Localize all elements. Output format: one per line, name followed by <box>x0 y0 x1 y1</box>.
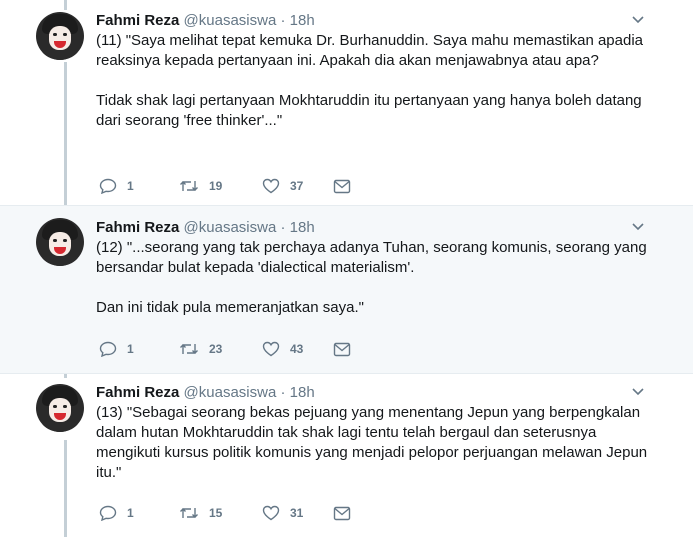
retweet-count: 15 <box>209 506 223 520</box>
like-button[interactable]: 43 <box>262 341 333 357</box>
retweet-count: 23 <box>209 342 223 356</box>
like-icon <box>262 505 280 521</box>
like-count: 37 <box>290 179 304 193</box>
separator-dot: · <box>280 12 286 29</box>
author-name[interactable]: Fahmi Reza <box>96 384 179 401</box>
reply-count: 1 <box>127 342 134 356</box>
tweet-paragraph: (12) "...seorang yang tak perchaya adany… <box>96 239 647 276</box>
dm-icon <box>333 506 351 520</box>
caret-down-icon[interactable] <box>631 222 645 232</box>
avatar[interactable] <box>36 218 84 266</box>
author-name[interactable]: Fahmi Reza <box>96 12 179 29</box>
tweet-paragraph: Tidak shak lagi pertanyaan Mokhtaruddin … <box>96 92 642 129</box>
dm-icon <box>333 179 351 193</box>
like-button[interactable]: 31 <box>262 505 333 521</box>
avatar[interactable] <box>36 384 84 432</box>
reply-count: 1 <box>127 179 134 193</box>
tweet-paragraph: (11) "Saya melihat tepat kemuka Dr. Burh… <box>96 32 644 69</box>
like-button[interactable]: 37 <box>262 178 333 194</box>
tweet-header: Fahmi Reza @kuasasiswa · 18h <box>96 383 653 403</box>
like-count: 31 <box>290 506 304 520</box>
reply-button[interactable]: 1 <box>99 341 179 357</box>
timestamp[interactable]: 18h <box>290 219 315 236</box>
reply-count: 1 <box>127 506 134 520</box>
reply-icon <box>99 505 117 521</box>
separator-dot: · <box>280 219 286 236</box>
retweet-count: 19 <box>209 179 223 193</box>
author-handle[interactable]: @kuasasiswa <box>184 219 277 236</box>
retweet-button[interactable]: 23 <box>179 341 262 357</box>
avatar[interactable] <box>36 12 84 60</box>
reply-icon <box>99 178 117 194</box>
author-handle[interactable]: @kuasasiswa <box>184 384 277 401</box>
retweet-icon <box>180 181 198 191</box>
dm-icon <box>333 342 351 356</box>
like-icon <box>262 178 280 194</box>
tweet-text: (11) "Saya melihat tepat kemuka Dr. Burh… <box>96 31 653 131</box>
dm-button[interactable] <box>333 179 351 194</box>
tweet-paragraph: (13) "Sebagai seorang bekas pejuang yang… <box>96 404 648 481</box>
retweet-button[interactable]: 19 <box>179 178 262 194</box>
caret-down-icon[interactable] <box>631 15 645 25</box>
tweet-text: (12) "...seorang yang tak perchaya adany… <box>96 238 653 318</box>
tweet-13[interactable]: Fahmi Reza @kuasasiswa · 18h (13) "Sebag… <box>0 374 693 537</box>
tweet-header: Fahmi Reza @kuasasiswa · 18h <box>96 11 653 31</box>
tweet-12[interactable]: Fahmi Reza @kuasasiswa · 18h (12) "...se… <box>0 206 693 374</box>
retweet-button[interactable]: 15 <box>179 505 262 521</box>
reply-button[interactable]: 1 <box>99 505 179 521</box>
tweet-11[interactable]: Fahmi Reza @kuasasiswa · 18h (11) "Saya … <box>0 0 693 206</box>
tweet-header: Fahmi Reza @kuasasiswa · 18h <box>96 218 653 238</box>
timestamp[interactable]: 18h <box>290 12 315 29</box>
separator-dot: · <box>280 384 286 401</box>
retweet-icon <box>180 344 198 354</box>
tweet-paragraph: Dan ini tidak pula memeranjatkan saya." <box>96 299 364 316</box>
like-count: 43 <box>290 342 304 356</box>
retweet-icon <box>180 508 198 518</box>
author-handle[interactable]: @kuasasiswa <box>184 12 277 29</box>
dm-button[interactable] <box>333 342 351 357</box>
like-icon <box>262 341 280 357</box>
tweet-text: (13) "Sebagai seorang bekas pejuang yang… <box>96 403 653 483</box>
dm-button[interactable] <box>333 506 351 521</box>
reply-button[interactable]: 1 <box>99 178 179 194</box>
caret-down-icon[interactable] <box>631 387 645 397</box>
timestamp[interactable]: 18h <box>290 384 315 401</box>
author-name[interactable]: Fahmi Reza <box>96 219 179 236</box>
reply-icon <box>99 341 117 357</box>
